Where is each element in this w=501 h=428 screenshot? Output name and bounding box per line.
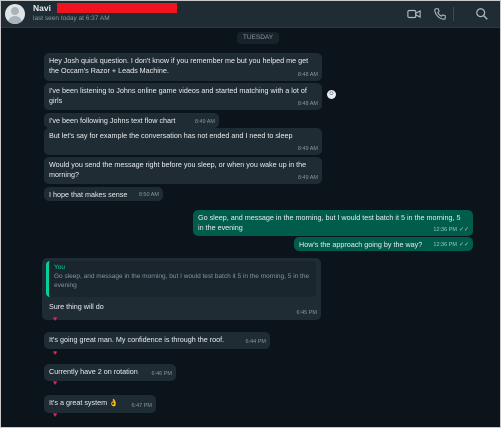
message-outgoing[interactable]: How's the approach going by the way? 12:… bbox=[294, 237, 473, 251]
message-time-value: 12:36 PM bbox=[433, 242, 457, 248]
message-incoming[interactable]: But let's say for example the conversati… bbox=[44, 128, 322, 155]
message-text: Sure thing will do bbox=[49, 302, 104, 311]
message-time: 8:49 AM bbox=[297, 175, 318, 181]
voice-call-icon[interactable] bbox=[433, 7, 447, 21]
conversation-area[interactable]: TUESDAY Hey Josh quick question. I don't… bbox=[1, 28, 500, 427]
message-time: 6:44 PM bbox=[245, 339, 266, 345]
heart-reaction-icon[interactable]: ♥ bbox=[53, 380, 57, 387]
message-text: It's a great system 👌 bbox=[49, 398, 119, 407]
quoted-author: You bbox=[54, 264, 65, 271]
avatar-body bbox=[8, 16, 22, 24]
message-time: 12:36 PM ✓✓ bbox=[433, 240, 469, 250]
last-seen-status: last seen today at 6:37 AM bbox=[33, 15, 110, 22]
message-incoming[interactable]: It's a great system 👌 6:47 PM bbox=[44, 395, 156, 413]
search-icon[interactable] bbox=[475, 7, 489, 21]
video-call-icon[interactable] bbox=[407, 7, 421, 21]
emoji-reaction-icon[interactable]: ☺ bbox=[327, 90, 336, 99]
message-time: 6:46 PM bbox=[151, 371, 172, 377]
message-time-value: 12:36 PM bbox=[433, 227, 457, 233]
contact-name[interactable]: Navi bbox=[33, 3, 51, 13]
day-divider: TUESDAY bbox=[237, 32, 279, 44]
message-text: It's going great man. My confidence is t… bbox=[49, 335, 225, 344]
header-divider bbox=[453, 7, 454, 21]
chat-header: Navi last seen today at 6:37 AM bbox=[1, 1, 500, 28]
message-text: How's the approach going by the way? bbox=[299, 240, 423, 249]
message-text: Go sleep, and message in the morning, bu… bbox=[198, 213, 461, 232]
message-incoming[interactable]: I've been following Johns text flow char… bbox=[44, 113, 219, 128]
read-receipt-icon: ✓✓ bbox=[458, 242, 469, 248]
message-incoming[interactable]: It's going great man. My confidence is t… bbox=[44, 332, 270, 349]
message-text: I hope that makes sense bbox=[49, 190, 128, 199]
avatar[interactable] bbox=[5, 4, 25, 24]
message-incoming[interactable]: Hey Josh quick question. I don't know if… bbox=[44, 53, 322, 81]
redaction-bar bbox=[57, 3, 177, 13]
message-text: But let's say for example the conversati… bbox=[49, 131, 293, 140]
quoted-message[interactable]: You Go sleep, and message in the morning… bbox=[46, 261, 316, 297]
read-receipt-icon: ✓✓ bbox=[458, 227, 469, 233]
heart-reaction-icon[interactable]: ♥ bbox=[53, 412, 57, 419]
message-time: 8:48 AM bbox=[297, 101, 318, 107]
message-incoming[interactable]: I hope that makes sense 8:50 AM bbox=[44, 187, 163, 201]
message-text: Currently have 2 on rotation bbox=[49, 367, 138, 376]
message-text: Would you send the message right before … bbox=[49, 160, 307, 179]
avatar-head bbox=[11, 7, 19, 15]
message-outgoing[interactable]: Go sleep, and message in the morning, bu… bbox=[193, 210, 473, 236]
message-time: 8:49 AM bbox=[297, 146, 318, 152]
message-time: 8:48 AM bbox=[297, 72, 318, 78]
message-text: I've been following Johns text flow char… bbox=[49, 116, 176, 125]
message-text: Hey Josh quick question. I don't know if… bbox=[49, 56, 309, 75]
quoted-text: Go sleep, and message in the morning, bu… bbox=[54, 273, 310, 289]
heart-reaction-icon[interactable]: ♥ bbox=[53, 316, 57, 323]
message-text: I've been listening to Johns online game… bbox=[49, 86, 307, 105]
message-incoming[interactable]: I've been listening to Johns online game… bbox=[44, 83, 322, 110]
whatsapp-window: Navi last seen today at 6:37 AM TUESDAY … bbox=[0, 0, 501, 428]
message-time: 12:36 PM ✓✓ bbox=[433, 225, 469, 235]
message-time: 8:49 AM bbox=[194, 119, 215, 125]
message-incoming[interactable]: Currently have 2 on rotation 6:46 PM bbox=[44, 364, 176, 381]
message-incoming[interactable]: Would you send the message right before … bbox=[44, 157, 322, 184]
message-time: 6:45 PM bbox=[296, 310, 317, 316]
message-time: 6:47 PM bbox=[131, 403, 152, 409]
message-time: 8:50 AM bbox=[138, 192, 159, 198]
heart-reaction-icon[interactable]: ♥ bbox=[53, 350, 57, 357]
